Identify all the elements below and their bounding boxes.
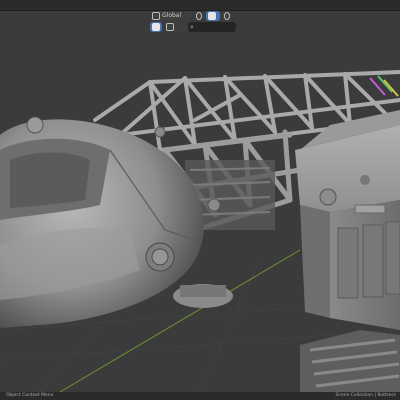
right-module [295, 110, 400, 392]
status-bar: Object Context Menu Scene Collection | B… [0, 392, 400, 400]
status-left-text: Object Context Menu [6, 393, 54, 398]
orientation-label: Global [162, 12, 182, 19]
search-field[interactable]: ⌕ [188, 22, 236, 32]
mouse-icon [166, 23, 174, 31]
proportional-editing-icon [224, 12, 230, 20]
snap-icon [208, 12, 216, 20]
orientation-dropdown[interactable]: Global [150, 11, 192, 21]
3d-viewport[interactable] [0, 0, 400, 392]
pivot-button[interactable] [194, 11, 204, 21]
viewport-header: Global ⌕ [0, 11, 400, 33]
search-icon: ⌕ [190, 23, 194, 31]
pivot-icon [196, 12, 202, 20]
transform-orientation-icon [152, 12, 160, 20]
top-bar [0, 0, 400, 11]
filter-button[interactable] [150, 22, 162, 32]
filter-icon [152, 23, 160, 31]
proportional-editing-button[interactable] [222, 11, 232, 21]
snap-toggle[interactable] [206, 11, 220, 21]
status-right-text: Scene Collection | Buttress [335, 393, 396, 398]
visibility-toggles[interactable] [164, 22, 188, 32]
